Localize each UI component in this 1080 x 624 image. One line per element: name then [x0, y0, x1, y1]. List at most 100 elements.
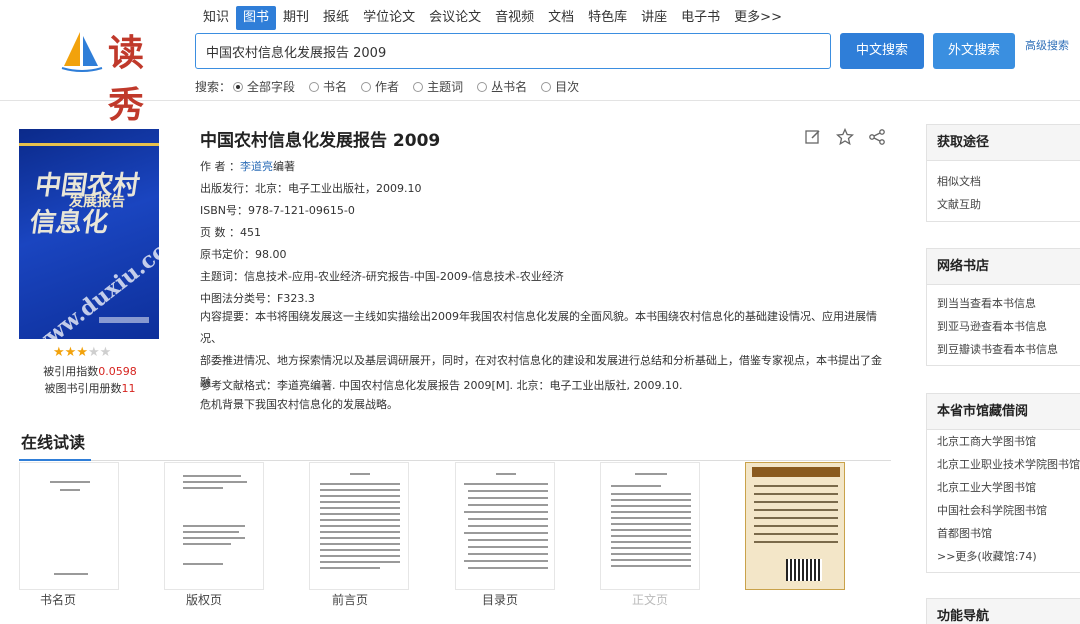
scope-subject-radio[interactable]: 主题词: [413, 78, 463, 95]
text-line: [320, 537, 400, 539]
text-line: [611, 523, 691, 525]
scope-series-radio[interactable]: 丛书名: [477, 78, 527, 95]
book-title: 中国农村信息化发展报告 2009: [200, 131, 441, 151]
access-panel: 获取途径 相似文档 文献互助: [926, 124, 1080, 222]
text-line: [183, 487, 223, 489]
search-input[interactable]: [196, 34, 830, 68]
page-thumbnail-title[interactable]: [19, 462, 119, 590]
scope-all-fields-radio[interactable]: 全部字段: [233, 78, 295, 95]
cite-books-value: 11: [121, 382, 136, 395]
nav-item-knowledge[interactable]: 知识: [196, 6, 236, 30]
scope-option-label: 目次: [555, 80, 580, 94]
text-line: [468, 553, 548, 555]
douban-link[interactable]: 到豆瓣读书查看本书信息: [937, 341, 1058, 357]
more-libraries-link[interactable]: >>更多(收藏馆:74): [937, 548, 1037, 564]
foreign-search-button[interactable]: 外文搜索: [933, 33, 1015, 69]
radio-icon: [361, 81, 372, 92]
star-filled-icon[interactable]: ★: [76, 345, 88, 360]
cover-stripe: [19, 143, 159, 146]
text-line: [754, 517, 838, 519]
book-clc-number: 中图法分类号：F323.3: [200, 292, 315, 305]
rating-stars[interactable]: ★★★★★: [53, 345, 111, 360]
text-line: [183, 531, 239, 533]
author-label: 作 者 ：: [200, 160, 240, 173]
advanced-search-link[interactable]: 高级搜索: [1025, 37, 1069, 53]
nav-item-special-collections[interactable]: 特色库: [581, 6, 634, 30]
access-title: 获取途径: [927, 125, 1080, 161]
star-empty-icon[interactable]: ★: [88, 345, 100, 360]
page-label-title[interactable]: 书名页: [40, 591, 76, 608]
star-filled-icon[interactable]: ★: [65, 345, 77, 360]
text-line: [754, 485, 838, 487]
book-subjects: 主题词：信息技术-应用-农业经济-研究报告-中国-2009-信息技术-农业经济: [200, 270, 564, 283]
book-summary: 内容提要：本书将围绕发展这一主线如实描绘出2009年我国农村信息化发展的全面风貌…: [200, 306, 890, 416]
nav-item-more[interactable]: 更多>>: [727, 6, 789, 30]
page-thumbnail-toc[interactable]: [455, 462, 555, 590]
dangdang-link[interactable]: 到当当查看本书信息: [937, 295, 1036, 311]
text-line: [754, 541, 838, 543]
star-filled-icon[interactable]: ★: [53, 345, 65, 360]
scope-option-label: 主题词: [427, 80, 464, 94]
page-label-preface[interactable]: 前言页: [332, 591, 368, 608]
edit-icon[interactable]: [804, 128, 822, 146]
page-thumbnail-preface[interactable]: [309, 462, 409, 590]
scope-label: 搜索：: [195, 80, 232, 94]
nav-item-theses[interactable]: 学位论文: [356, 6, 422, 30]
book-pages: 页 数 ：451: [200, 226, 261, 239]
logo-text: 读秀: [108, 32, 147, 126]
page-thumbnail-body[interactable]: [600, 462, 700, 590]
nav-item-newspapers[interactable]: 报纸: [316, 6, 356, 30]
similar-documents-link[interactable]: 相似文档: [937, 173, 981, 189]
nav-item-ebooks[interactable]: 电子书: [674, 6, 727, 30]
library-item[interactable]: 北京工商大学图书馆: [937, 433, 1036, 449]
radio-icon: [309, 81, 320, 92]
library-item[interactable]: 北京工业大学图书馆: [937, 479, 1036, 495]
scope-title-radio[interactable]: 书名: [309, 78, 347, 95]
text-line: [468, 504, 548, 506]
text-line: [611, 565, 691, 567]
radio-selected-icon: [233, 81, 244, 92]
nav-item-journals[interactable]: 期刊: [276, 6, 316, 30]
library-item[interactable]: 北京工业职业技术学院图书馆: [937, 456, 1080, 472]
author-suffix: 编著: [273, 160, 295, 173]
book-cover[interactable]: 中国农村信息化 发展报告 www.duxiu.com: [19, 129, 159, 339]
nav-item-documents[interactable]: 文档: [541, 6, 581, 30]
share-icon[interactable]: [868, 128, 886, 146]
page-thumbnail-copyright[interactable]: [164, 462, 264, 590]
duxiu-logo[interactable]: 读秀: [60, 22, 180, 126]
page-thumbnail-back-cover[interactable]: [745, 462, 845, 590]
favorite-star-icon[interactable]: [836, 128, 854, 146]
scope-author-radio[interactable]: 作者: [361, 78, 399, 95]
text-line: [468, 518, 548, 520]
section-divider: [19, 460, 891, 461]
text-line: [611, 517, 691, 519]
library-item[interactable]: 中国社会科学院图书馆: [937, 502, 1047, 518]
nav-item-conference-papers[interactable]: 会议论文: [422, 6, 488, 30]
author-link[interactable]: 李道亮: [240, 160, 273, 173]
cover-subtitle: 发展报告: [69, 194, 125, 210]
text-line: [754, 501, 838, 503]
page-label-body[interactable]: 正文页: [632, 591, 668, 608]
amazon-link[interactable]: 到亚马逊查看本书信息: [937, 318, 1047, 334]
document-help-link[interactable]: 文献互助: [937, 196, 981, 212]
star-empty-icon[interactable]: ★: [100, 345, 112, 360]
text-line: [468, 497, 548, 499]
page-label-copyright[interactable]: 版权页: [186, 591, 222, 608]
text-line: [350, 473, 370, 475]
text-line: [611, 499, 691, 501]
scope-toc-radio[interactable]: 目次: [541, 78, 579, 95]
page-label-toc[interactable]: 目录页: [482, 591, 518, 608]
text-line: [468, 490, 548, 492]
text-line: [183, 563, 223, 565]
nav-item-books[interactable]: 图书: [236, 6, 277, 30]
nav-item-audio-video[interactable]: 音视频: [488, 6, 541, 30]
text-line: [320, 495, 400, 497]
nav-item-lectures[interactable]: 讲座: [634, 6, 674, 30]
cite-index-value: 0.0598: [98, 365, 137, 378]
cite-books: 被图书引用册数11: [20, 380, 160, 396]
chinese-search-button[interactable]: 中文搜索: [840, 33, 924, 69]
text-line: [611, 553, 691, 555]
text-line: [60, 489, 80, 491]
library-item[interactable]: 首都图书馆: [937, 525, 992, 541]
summary-line: 危机背景下我国农村信息化的发展战略。: [200, 398, 398, 411]
